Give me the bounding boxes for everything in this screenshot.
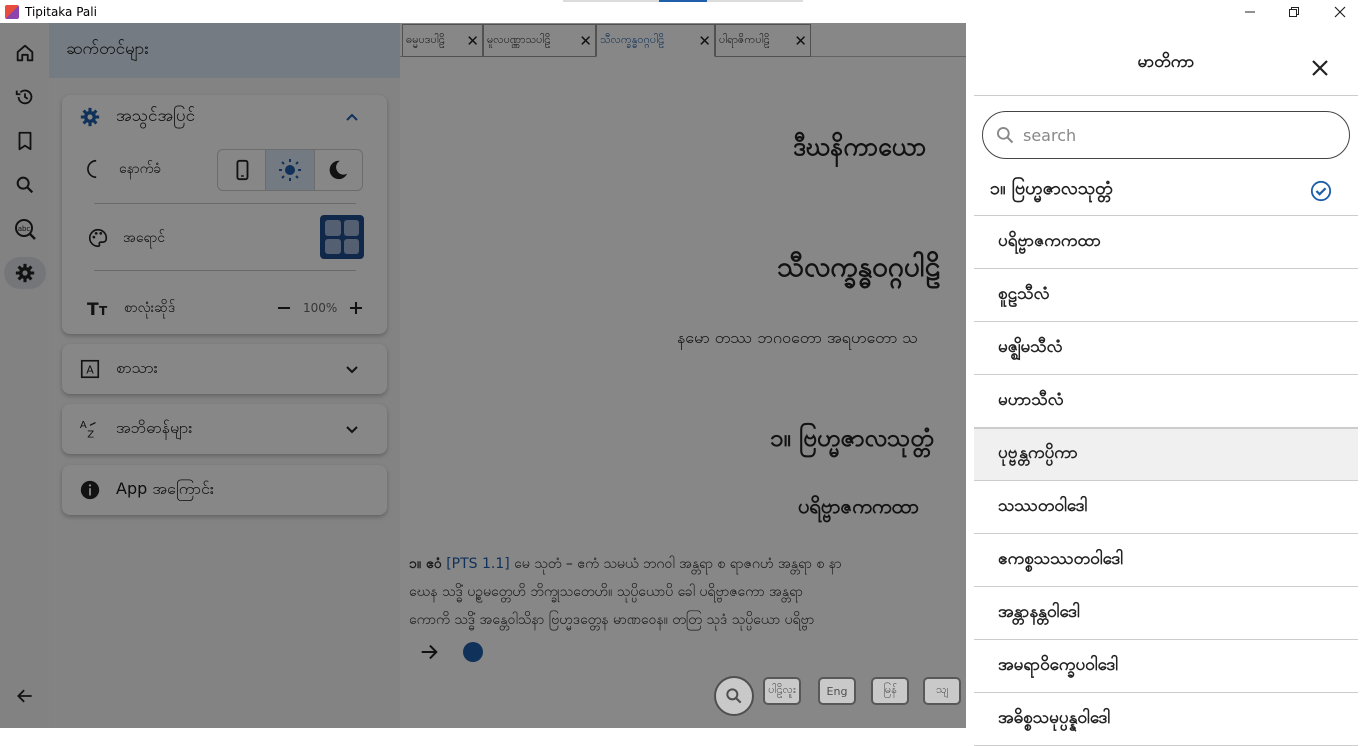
drawer-title: မာတိကာ: [1137, 52, 1195, 72]
toc-item[interactable]: မဇ္ဈိမသီလံ: [974, 322, 1358, 375]
toc-item[interactable]: အန္တာနန္တဝါဒေါ: [974, 587, 1358, 640]
toc-item[interactable]: သဿတဝါဒေါ: [974, 481, 1358, 534]
window-title: Tipitaka Pali: [25, 4, 97, 19]
toc-search-box: [982, 111, 1350, 159]
close-drawer-button[interactable]: [1309, 57, 1331, 79]
minimize-button[interactable]: [1228, 0, 1272, 23]
toc-item[interactable]: ပုဗ္ဗန္တကပ္ပိကာ: [974, 428, 1358, 481]
toc-item[interactable]: ပရိဗ္ဗာဇကကထာ: [974, 216, 1358, 269]
loading-indicator: [563, 0, 803, 2]
toc-item[interactable]: အဓိစ္စသမုပ္ပန္နဝါဒေါ: [974, 693, 1358, 746]
toc-item[interactable]: ဧကစ္စသဿတဝါဒေါ: [974, 534, 1358, 587]
app-logo-icon: [5, 4, 19, 19]
minimize-icon: [1245, 11, 1255, 12]
check-circle-icon: [1310, 180, 1332, 202]
divider: [974, 95, 1358, 96]
maximize-button[interactable]: [1272, 0, 1316, 23]
search-in-book-button[interactable]: [714, 676, 754, 716]
toc-item[interactable]: ၁။ ဗြဟ္မဇာလသုတ္တံ: [974, 163, 1358, 216]
modal-scrim[interactable]: [0, 23, 966, 728]
search-icon: [726, 688, 742, 704]
table-of-contents-drawer: မာတိကာ ၁။ ဗြဟ္မဇာလသုတ္တံ ပရိဗ္ဗာဇကကထာ စူ…: [966, 23, 1366, 746]
toc-item[interactable]: စူဠသီလံ: [974, 269, 1358, 322]
title-bar: Tipitaka Pali: [0, 0, 1366, 23]
search-icon: [997, 127, 1014, 144]
script-pali-button[interactable]: ပါဠိလူး: [763, 677, 801, 705]
toc-list: ၁။ ဗြဟ္မဇာလသုတ္တံ ပရိဗ္ဗာဇကကထာ စူဠသီလံ မ…: [974, 163, 1358, 746]
toc-item[interactable]: မဟာသီလံ: [974, 375, 1358, 428]
toc-search-input[interactable]: [1023, 125, 1323, 145]
script-myanmar-button[interactable]: မြန်: [871, 677, 909, 705]
script-other-button[interactable]: သျ: [923, 677, 961, 705]
restore-icon: [1289, 6, 1299, 17]
close-window-button[interactable]: [1318, 0, 1362, 23]
close-icon: [1334, 6, 1346, 17]
script-english-button[interactable]: Eng: [818, 677, 856, 705]
toc-item[interactable]: အမရာဝိက္ခေပဝါဒေါ: [974, 640, 1358, 693]
